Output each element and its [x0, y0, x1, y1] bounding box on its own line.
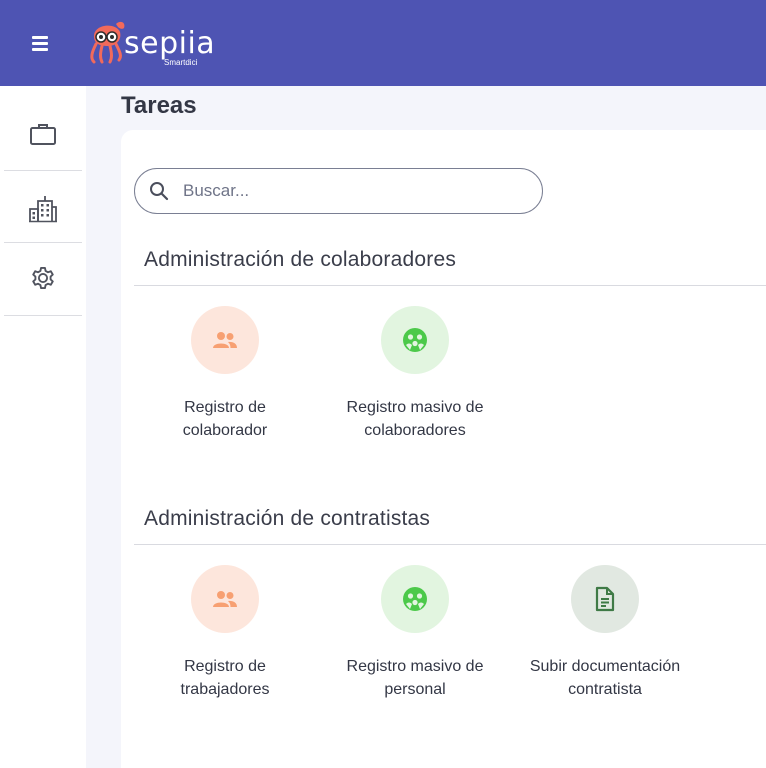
group-circle-icon [403, 587, 427, 611]
octopus-logo-icon [90, 21, 125, 64]
logo-wordmark: sepiia [124, 26, 216, 61]
buildings-icon [29, 196, 57, 223]
menu-icon-line [32, 36, 48, 39]
task-icon-badge [381, 306, 449, 374]
sidebar-item-briefcase[interactable] [4, 98, 82, 170]
hamburger-menu-button[interactable] [28, 30, 56, 56]
search-input[interactable] [183, 178, 523, 204]
document-icon [595, 586, 615, 612]
group-circle-icon [403, 328, 427, 352]
people-icon [213, 591, 237, 607]
sidebar-item-buildings[interactable] [4, 172, 82, 244]
people-icon [213, 332, 237, 348]
task-label: Registro masivo de colaboradores [346, 399, 484, 439]
task-registro-masivo-personal[interactable]: Registro masivo de personal [330, 565, 500, 701]
sidebar-item-settings[interactable] [4, 242, 82, 314]
section-divider [134, 544, 766, 545]
menu-icon-line [32, 48, 48, 51]
task-label: Subir documentación contratista [529, 658, 681, 698]
page-title: Tareas [121, 92, 197, 119]
sidebar-divider [4, 170, 82, 171]
menu-icon-line [32, 42, 48, 45]
task-icon-badge [381, 565, 449, 633]
gear-icon [32, 267, 54, 289]
section-divider [134, 285, 766, 286]
task-label: Registro de colaborador [182, 399, 268, 439]
section-title-colaboradores: Administración de colaboradores [144, 248, 457, 271]
task-icon-badge [191, 306, 259, 374]
sidebar-nav [0, 86, 86, 768]
section-title-contratistas: Administración de contratistas [144, 507, 431, 530]
sidebar-divider [4, 315, 82, 316]
top-app-bar: sepiia Smartdici [0, 0, 766, 86]
search-icon [150, 182, 169, 201]
task-icon-badge [191, 565, 259, 633]
task-label: Registro masivo de personal [346, 658, 484, 698]
sepiia-logo[interactable]: sepiia Smartdici [86, 16, 226, 72]
logo-subtitle: Smartdici [164, 58, 198, 67]
task-label: Registro de trabajadores [180, 658, 270, 698]
search-box[interactable] [134, 168, 543, 214]
briefcase-icon [30, 124, 56, 145]
task-subir-documentacion[interactable]: Subir documentación contratista [520, 565, 690, 701]
task-icon-badge [571, 565, 639, 633]
task-registro-trabajadores[interactable]: Registro de trabajadores [140, 565, 310, 701]
task-registro-masivo-colaboradores[interactable]: Registro masivo de colaboradores [330, 306, 500, 442]
task-registro-colaborador[interactable]: Registro de colaborador [140, 306, 310, 442]
